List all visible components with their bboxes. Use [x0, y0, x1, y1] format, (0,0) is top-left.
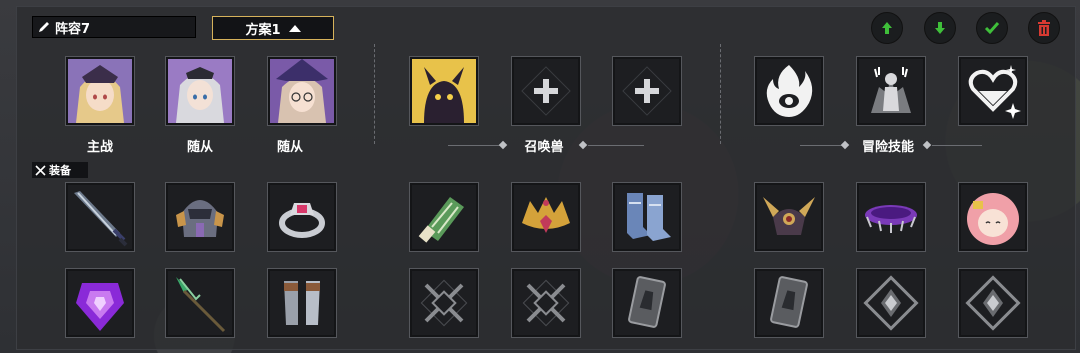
- crossed-weapons-icon: [420, 279, 468, 327]
- equip-slot-empty-card-2[interactable]: [754, 268, 824, 338]
- sword-icon: [74, 191, 128, 247]
- summon-slot-3[interactable]: [612, 56, 682, 126]
- section-divider: [720, 44, 721, 144]
- trash-icon: [1038, 20, 1050, 36]
- summon-slot-1[interactable]: [409, 56, 479, 126]
- mage-girl-portrait: [270, 59, 334, 123]
- caret-up-icon: [288, 24, 301, 32]
- horned-helm-icon: [763, 197, 815, 235]
- equip-slot-companion[interactable]: [958, 182, 1028, 252]
- equipment-label: 装备: [49, 164, 71, 177]
- team-name-field[interactable]: 阵容7: [32, 16, 196, 38]
- equip-slot-gauntlets[interactable]: [267, 268, 337, 338]
- equip-slot-horned-helm[interactable]: [754, 182, 824, 252]
- skill-label-line-left: [800, 145, 844, 146]
- equip-slot-empty-emblem-1[interactable]: [856, 268, 926, 338]
- summon-label: 召唤兽: [524, 140, 564, 155]
- equip-slot-empty-emblem-2[interactable]: [958, 268, 1028, 338]
- skill-label-line-right: [932, 145, 982, 146]
- emblem-icon: [965, 275, 1021, 331]
- equip-slot-weapon[interactable]: [65, 182, 135, 252]
- skill-slot-2[interactable]: [856, 56, 926, 126]
- equip-slot-empty-weapon-1[interactable]: [409, 268, 479, 338]
- pink-hair-girl-portrait: [967, 193, 1019, 245]
- blue-boots-icon: [627, 193, 671, 241]
- equip-slot-belt[interactable]: [856, 182, 926, 252]
- emblem-icon: [863, 275, 919, 331]
- crossed-weapons-icon: [522, 279, 570, 327]
- arrow-down-icon: [935, 22, 945, 34]
- equip-slot-crown[interactable]: [511, 182, 581, 252]
- follower-label-2: 随从: [276, 140, 303, 155]
- summon-slot-2[interactable]: [511, 56, 581, 126]
- checkmark-icon: [984, 22, 1000, 35]
- skill-slot-3[interactable]: [958, 56, 1028, 126]
- equip-slot-ring[interactable]: [267, 182, 337, 252]
- gauntlets-icon: [284, 281, 320, 325]
- green-bracer-icon: [418, 197, 464, 243]
- equip-slot-empty-weapon-2[interactable]: [511, 268, 581, 338]
- equip-slot-empty-card-1[interactable]: [612, 268, 682, 338]
- warrior-skill-icon: [871, 67, 911, 113]
- equip-slot-spear[interactable]: [165, 268, 235, 338]
- golden-crown-icon: [522, 197, 570, 233]
- summon-label-line-right: [588, 145, 644, 146]
- follower-slot-1[interactable]: [165, 56, 235, 126]
- move-up-button[interactable]: [871, 12, 903, 44]
- adventure-skill-label: 冒险技能: [861, 140, 914, 155]
- pencil-icon: [39, 22, 49, 32]
- equip-slot-gem[interactable]: [65, 268, 135, 338]
- heart-sparkle-icon: [968, 65, 1021, 119]
- summon-label-line-left: [448, 145, 504, 146]
- purple-belt-icon: [865, 205, 917, 233]
- dark-creature-portrait: [412, 59, 476, 123]
- follower-label-1: 随从: [186, 140, 213, 155]
- move-down-button[interactable]: [924, 12, 956, 44]
- skill-slot-1[interactable]: [754, 56, 824, 126]
- main-label: 主战: [86, 140, 113, 155]
- blonde-girl-portrait: [68, 59, 132, 123]
- equipment-tag: 装备: [32, 162, 88, 178]
- silver-hair-girl-portrait: [168, 59, 232, 123]
- main-character-slot[interactable]: [65, 56, 135, 126]
- jeweled-ring-icon: [279, 203, 325, 238]
- card-icon: [628, 276, 666, 328]
- equip-slot-helmet[interactable]: [165, 182, 235, 252]
- plan-dropdown[interactable]: 方案1: [212, 16, 334, 40]
- equip-slot-boots[interactable]: [612, 182, 682, 252]
- card-icon: [770, 276, 808, 328]
- follower-slot-2[interactable]: [267, 56, 337, 126]
- delete-button[interactable]: [1028, 12, 1060, 44]
- eye-flame-icon: [766, 65, 813, 117]
- arrow-up-icon: [882, 22, 892, 34]
- section-divider: [374, 44, 375, 144]
- equip-slot-bracer[interactable]: [409, 182, 479, 252]
- add-icon: [521, 66, 571, 116]
- plan-label: 方案1: [245, 22, 281, 38]
- crossed-swords-icon: [35, 164, 46, 176]
- helmet-armor-icon: [176, 200, 224, 237]
- add-icon: [622, 66, 672, 116]
- green-spear-icon: [176, 277, 226, 333]
- purple-gem-shield-icon: [76, 283, 124, 331]
- team-name: 阵容7: [55, 21, 91, 37]
- confirm-button[interactable]: [976, 12, 1008, 44]
